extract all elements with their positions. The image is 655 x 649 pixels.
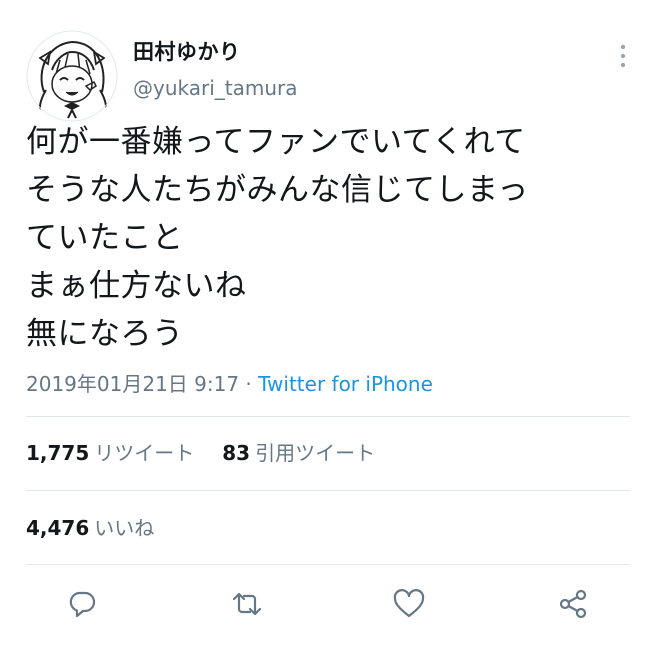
tweet-text-line: ていたこと bbox=[26, 220, 184, 256]
tweet-text-line: 無になろう bbox=[26, 316, 184, 352]
divider bbox=[26, 564, 630, 565]
divider bbox=[26, 490, 630, 491]
share-button[interactable] bbox=[556, 587, 590, 621]
tweet-text-line: 何が一番嫌ってファンでいてくれて bbox=[26, 124, 526, 160]
retweet-stats: 1,775 リツイート 83 引用ツイート bbox=[26, 437, 375, 466]
tweet-detail: 田村ゆかり @yukari_tamura 何が一番嫌ってファンでいてくれて そう… bbox=[0, 0, 655, 649]
display-name[interactable]: 田村ゆかり bbox=[133, 36, 241, 66]
likes-count: 4,476 bbox=[26, 516, 90, 540]
more-vertical-icon bbox=[620, 44, 626, 68]
tweet-text-line: まぁ仕方ないね bbox=[26, 268, 247, 304]
retweets-label: リツイート bbox=[94, 441, 195, 465]
avatar-illustration-icon bbox=[26, 30, 118, 122]
retweet-button[interactable] bbox=[230, 587, 264, 621]
retweet-icon bbox=[232, 592, 262, 616]
like-button[interactable] bbox=[392, 587, 426, 621]
tweet-source-link[interactable]: Twitter for iPhone bbox=[258, 372, 433, 396]
tweet-meta: 2019年01月21日 9:17 · Twitter for iPhone bbox=[26, 368, 433, 397]
quotes-count: 83 bbox=[222, 441, 251, 465]
reply-icon bbox=[69, 591, 96, 618]
likes-label: いいね bbox=[94, 516, 155, 540]
tweet-timestamp[interactable]: 2019年01月21日 9:17 · bbox=[26, 372, 258, 396]
quotes-label: 引用ツイート bbox=[255, 441, 376, 465]
more-options-button[interactable] bbox=[612, 40, 634, 72]
retweets-link[interactable]: 1,775 リツイート bbox=[26, 441, 194, 465]
likes-link[interactable]: 4,476 いいね bbox=[26, 512, 154, 541]
divider bbox=[26, 416, 630, 417]
user-handle[interactable]: @yukari_tamura bbox=[133, 76, 298, 100]
heart-icon bbox=[393, 589, 425, 618]
retweets-count: 1,775 bbox=[26, 441, 90, 465]
tweet-text: 何が一番嫌ってファンでいてくれて そうな人たちがみんな信じてしまっ ていたこと … bbox=[26, 118, 636, 358]
quotes-link[interactable]: 83 引用ツイート bbox=[222, 441, 375, 465]
share-icon bbox=[559, 589, 587, 619]
reply-button[interactable] bbox=[65, 587, 99, 621]
tweet-text-line: そうな人たちがみんな信じてしまっ bbox=[26, 172, 529, 208]
avatar[interactable] bbox=[26, 30, 118, 122]
